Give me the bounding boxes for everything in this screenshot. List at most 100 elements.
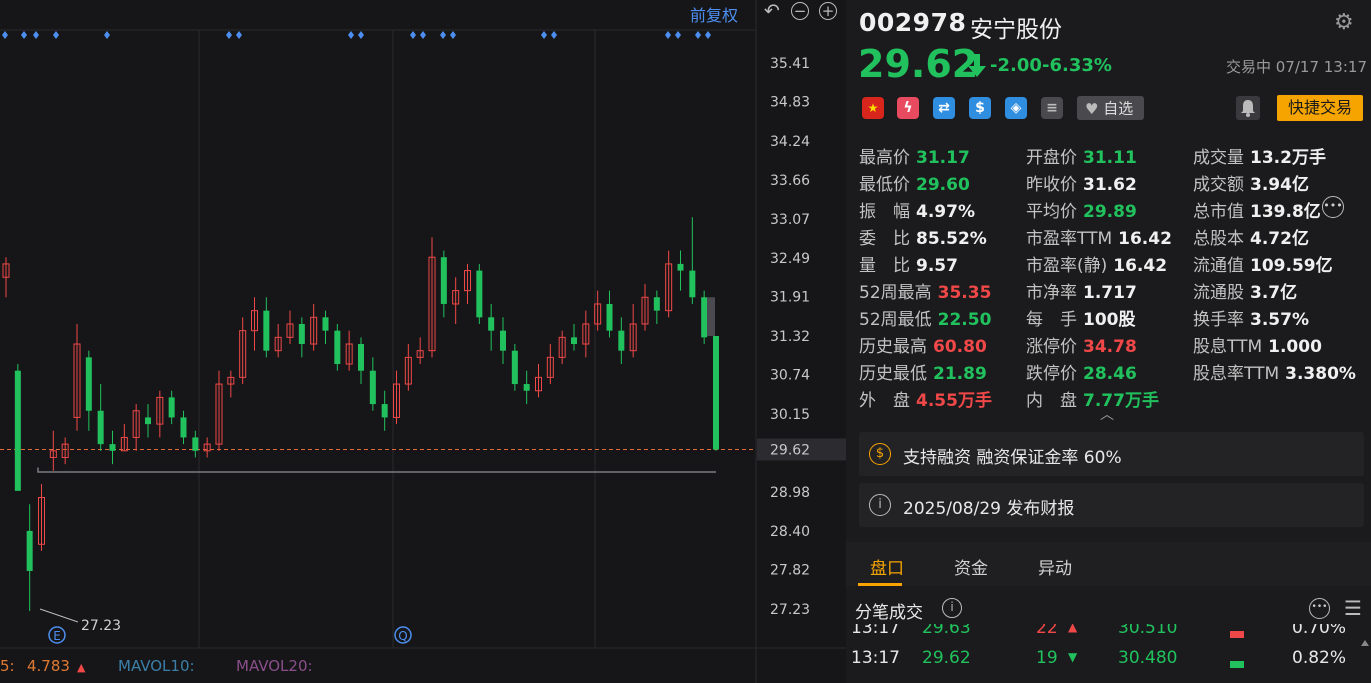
stat-value: 4.72亿 xyxy=(1250,229,1309,249)
stat-value: 1.717 xyxy=(1083,283,1137,303)
candle-body xyxy=(500,330,506,351)
stat-col2-7: 涨停价 34.78 xyxy=(1026,332,1137,357)
candle-body xyxy=(440,257,447,304)
margin-notice-text: 支持融资 融资保证金率 60% xyxy=(903,448,1122,468)
candle-body xyxy=(145,417,151,425)
zoom-out-icon[interactable]: − xyxy=(791,2,809,20)
stat-value: 29.89 xyxy=(1083,202,1137,222)
stat-value: 31.11 xyxy=(1083,148,1137,168)
event-marker-icon xyxy=(440,31,446,39)
shuffle-icon[interactable]: ⇄ xyxy=(933,97,955,119)
stat-label: 最高价 xyxy=(859,148,910,168)
stat-value: 4.97% xyxy=(916,202,975,222)
event-marker-icon xyxy=(541,31,547,39)
stat-col2-5: 市净率 1.717 xyxy=(1026,278,1137,303)
stat-label: 市盈率TTM xyxy=(1026,229,1113,249)
gear-icon[interactable]: ⚙ xyxy=(1334,10,1354,35)
y-tick-label: 32.49 xyxy=(770,251,810,267)
candle-body xyxy=(192,437,199,451)
stat-value: 7.77万手 xyxy=(1083,391,1159,411)
collapse-caret-icon[interactable]: ︿ xyxy=(1100,404,1114,424)
stat-value: 3.57% xyxy=(1250,310,1309,330)
kline-chart[interactable]: 35.41 34.83 34.24 33.66 33.07 32.49 31.91 31.32… xyxy=(0,0,846,683)
y-tick-label: 31.91 xyxy=(770,290,810,306)
tab-funds[interactable]: 资金 xyxy=(954,554,988,579)
trades-info-icon[interactable]: i xyxy=(942,598,962,618)
document-icon[interactable]: ≡ xyxy=(1041,97,1063,119)
trade-time: 13:17 xyxy=(851,624,900,638)
list-menu-icon[interactable]: ☰ xyxy=(1344,596,1362,620)
low-pointer xyxy=(39,608,79,623)
candle-body xyxy=(677,263,684,271)
zoom-in-icon[interactable]: + xyxy=(819,2,837,20)
stat-value: 31.62 xyxy=(1083,175,1137,195)
active-tab-indicator xyxy=(858,583,902,586)
y-tick-label: 30.74 xyxy=(770,368,810,384)
stat-col2-0: 开盘价 31.11 xyxy=(1026,143,1137,168)
candle-body xyxy=(26,530,33,571)
detail-tabs: 盘口 资金 异动 xyxy=(846,542,1371,586)
trades-title: 分笔成交 xyxy=(855,603,923,623)
bell-icon[interactable] xyxy=(1236,96,1260,120)
candle-body xyxy=(701,297,708,338)
stat-value: 4.55万手 xyxy=(916,391,992,411)
event-marker-icon xyxy=(358,31,364,39)
stat-col3-3: 总股本 4.72亿 xyxy=(1193,224,1309,249)
scrollbar[interactable] xyxy=(1359,626,1369,666)
dollar-icon[interactable]: $ xyxy=(969,97,991,119)
stat-col1-5: 52周最高 35.35 xyxy=(859,278,991,303)
candle-body xyxy=(322,317,329,331)
event-marker-icon xyxy=(420,31,426,39)
y-tick-label: 33.07 xyxy=(770,212,810,228)
trades-more-icon[interactable]: ••• xyxy=(1309,598,1330,619)
trading-status: 交易中 07/17 13:17 xyxy=(1226,58,1367,76)
report-notice-text: 2025/08/29 发布财报 xyxy=(903,499,1075,519)
stat-value: 3.94亿 xyxy=(1250,175,1309,195)
stat-label: 换手率 xyxy=(1193,310,1244,330)
y-tick-label: 35.41 xyxy=(770,56,810,72)
stat-col2-9: 内 盘 7.77万手 xyxy=(1026,386,1159,411)
y-tick-label: 31.32 xyxy=(770,329,810,345)
stat-value: 21.89 xyxy=(933,364,987,384)
mavol5-value: 4.783 xyxy=(27,657,70,675)
margin-notice[interactable]: $ 支持融资 融资保证金率 60% xyxy=(859,432,1364,476)
report-notice[interactable]: i 2025/08/29 发布财报 xyxy=(859,483,1364,527)
candle-body xyxy=(689,270,696,298)
undo-icon[interactable]: ↶ xyxy=(763,2,781,21)
trade-list[interactable]: 13:17 29.63 22 ▲ 30.510 0.70% 13:17 29.62 19 ▼ 30.… xyxy=(846,624,1371,683)
tab-movements[interactable]: 异动 xyxy=(1038,554,1072,579)
more-icon[interactable]: ••• xyxy=(1322,196,1344,218)
stat-col3-2: 总市值 139.8亿 xyxy=(1193,197,1321,222)
stat-label: 平均价 xyxy=(1026,202,1077,222)
china-flag-icon[interactable]: ★ xyxy=(862,97,884,119)
y-tick-label: 27.82 xyxy=(770,563,810,579)
quick-trade-button[interactable]: 快捷交易 xyxy=(1277,95,1363,121)
stat-label: 涨停价 xyxy=(1026,337,1077,357)
up-triangle-icon: ▲ xyxy=(1068,624,1078,634)
event-marker-icon xyxy=(53,31,59,39)
candle-body xyxy=(109,444,116,451)
last-price: 29.62 xyxy=(858,42,979,86)
stat-value: 34.78 xyxy=(1083,337,1137,357)
stat-col1-3: 委 比 85.52% xyxy=(859,224,987,249)
mavol10-label: MAVOL10: xyxy=(118,657,195,675)
down-arrow-icon xyxy=(968,54,986,77)
stat-value: 9.57 xyxy=(916,256,958,276)
stat-label: 内 盘 xyxy=(1026,391,1077,411)
prev-candle-ghost xyxy=(707,297,715,336)
reference-line xyxy=(37,467,716,473)
y-tick-label: 27.23 xyxy=(770,602,810,618)
kline-chart-panel[interactable]: 35.41 34.83 34.24 33.66 33.07 32.49 31.91 31.32… xyxy=(0,0,846,683)
limit-icon[interactable]: ϟ xyxy=(897,97,919,119)
stat-value: 3.7亿 xyxy=(1250,283,1298,303)
stat-label: 股息率TTM xyxy=(1193,364,1280,384)
candle-body xyxy=(85,357,92,411)
event-marker-icon xyxy=(21,31,27,39)
tab-order-book[interactable]: 盘口 xyxy=(870,554,904,579)
add-watchlist-button[interactable]: ♥ 自选 xyxy=(1077,96,1144,120)
restore-rights-toggle[interactable]: 前复权 xyxy=(690,2,738,26)
stat-col2-6: 每 手 100股 xyxy=(1026,305,1136,330)
tag-icon[interactable]: ◈ xyxy=(1005,97,1027,119)
candle-body xyxy=(358,344,364,371)
stock-name: 安宁股份 xyxy=(970,17,1062,43)
